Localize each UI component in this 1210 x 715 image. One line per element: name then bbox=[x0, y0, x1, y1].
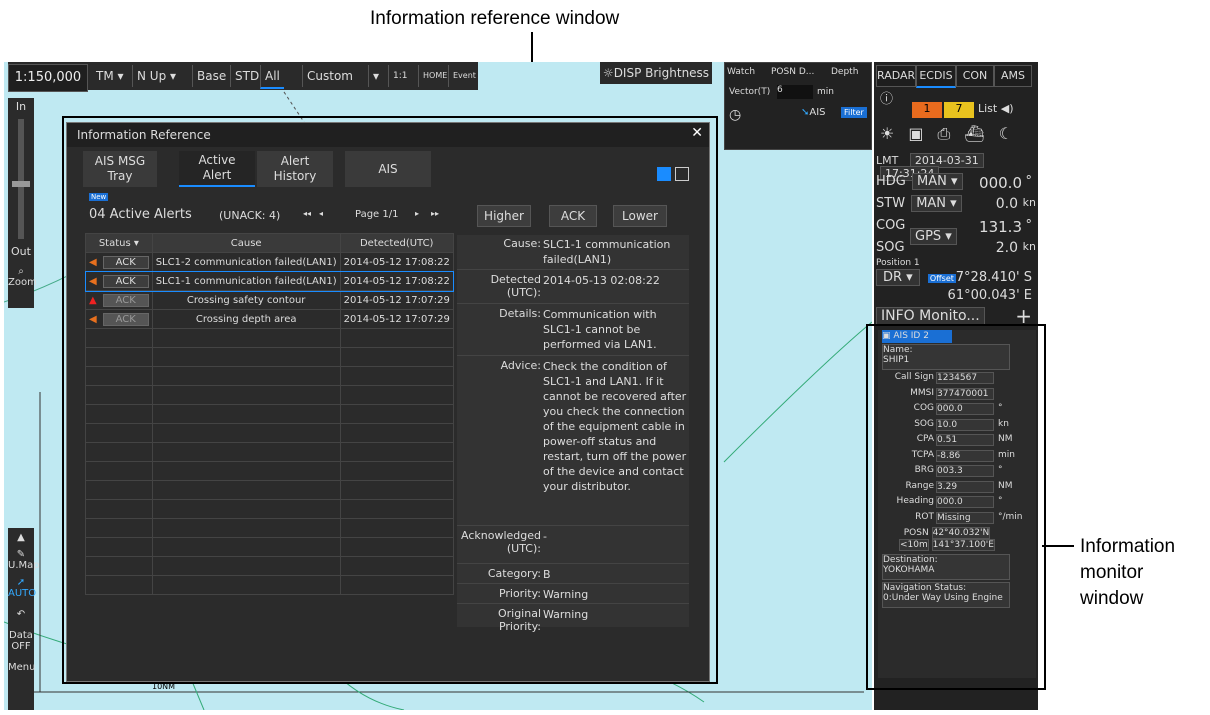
tab-con[interactable]: CON bbox=[956, 65, 994, 87]
scale-reset-icon[interactable]: 1:1 bbox=[388, 65, 411, 87]
disp-brightness-button[interactable]: ☼DISP Brightness bbox=[600, 62, 712, 84]
zoom-slider[interactable] bbox=[12, 119, 30, 239]
cog-unit: ° bbox=[1025, 218, 1033, 233]
filter-button[interactable]: Filter bbox=[841, 107, 867, 118]
info-monitor-select[interactable]: INFO Monito... bbox=[876, 307, 985, 325]
tab-depth[interactable]: Depth bbox=[831, 67, 858, 77]
callout-info-reference: Information reference window bbox=[370, 8, 620, 29]
stw-unit: kn bbox=[1022, 196, 1036, 209]
pencil-icon: ✎ bbox=[16, 549, 26, 560]
lon-row: 61°00.043' E bbox=[876, 288, 1036, 303]
print-icon[interactable]: ⎙ bbox=[937, 124, 964, 143]
lon-value: 61°00.043' E bbox=[947, 288, 1032, 303]
sun-icon[interactable]: ☀ bbox=[880, 124, 908, 143]
stw-value: 0.0 bbox=[995, 196, 1018, 212]
info-monitor-frame bbox=[866, 324, 1046, 690]
tab-radar[interactable]: RADAR bbox=[876, 65, 916, 87]
home-button[interactable]: HOME bbox=[418, 65, 451, 87]
menu-button[interactable]: Menu bbox=[8, 662, 35, 673]
callout-line-right bbox=[1042, 545, 1074, 547]
vector-unit: min bbox=[817, 87, 834, 97]
zoom-icon: ⌕ bbox=[18, 266, 24, 277]
hdg-value: 000.0 bbox=[979, 174, 1022, 192]
callout-line-2: monitor bbox=[1080, 562, 1144, 583]
tm-select[interactable]: TM ▾ bbox=[96, 65, 124, 87]
zoom-in-button[interactable]: In bbox=[8, 100, 34, 113]
status-icons-row: ☀▣⎙⛴☾ bbox=[880, 124, 1027, 144]
sog-row: SOG GPS ▾ 2.0 kn bbox=[876, 228, 1036, 256]
tab-watch[interactable]: Watch bbox=[727, 67, 755, 77]
event-button[interactable]: Event bbox=[448, 65, 480, 87]
ais-toggle[interactable]: ➘AIS bbox=[801, 107, 826, 118]
hdg-row: HDG MAN ▾ 000.0 ° bbox=[876, 173, 1033, 192]
vector-label: Vector(T) bbox=[729, 87, 771, 97]
ship-icon[interactable]: ⛴ bbox=[964, 124, 998, 143]
cog-value: 131.3 bbox=[979, 218, 1022, 236]
info-icon[interactable]: ⓘ bbox=[880, 88, 893, 107]
callout-line-3: window bbox=[1080, 588, 1144, 609]
hdg-unit: ° bbox=[1025, 174, 1033, 189]
brightness-icon: ☼ bbox=[602, 66, 614, 80]
all-button[interactable]: All bbox=[260, 65, 284, 89]
zoom-slider-handle[interactable] bbox=[12, 181, 30, 187]
data-off-button[interactable]: Data OFF bbox=[8, 630, 34, 652]
position-label: Position 1 bbox=[876, 258, 920, 268]
sog-source-select[interactable]: GPS ▾ bbox=[910, 228, 957, 245]
dr-row: DR ▾ Offset 7°28.410' S bbox=[876, 269, 1036, 286]
alert-list-button[interactable]: List ◀) bbox=[978, 102, 1014, 115]
tab-ecdis[interactable]: ECDIS bbox=[916, 65, 956, 88]
custom-dropdown-icon[interactable]: ▾ bbox=[368, 65, 383, 87]
zoom-bar: In Out ⌕ Zoom bbox=[8, 98, 37, 308]
info-reference-frame bbox=[62, 116, 718, 684]
alert-count-yellow[interactable]: 7 bbox=[944, 102, 974, 118]
nup-select[interactable]: N Up ▾ bbox=[132, 65, 180, 87]
stw-row: STW MAN ▾ 0.0 kn bbox=[876, 195, 1036, 212]
custom-button[interactable]: Custom bbox=[302, 65, 373, 87]
speaker-icon: ◀) bbox=[1000, 102, 1014, 115]
callout-info-monitor: Information monitor window bbox=[1080, 534, 1175, 612]
undo-icon[interactable]: ↶ bbox=[8, 609, 34, 620]
night-icon[interactable]: ☾ bbox=[999, 124, 1027, 143]
monitor-icon[interactable]: ▣ bbox=[908, 124, 937, 143]
watch-timer-icon[interactable]: ◷ bbox=[729, 107, 741, 123]
offset-badge: Offset bbox=[927, 274, 956, 283]
vector-field[interactable]: 6 bbox=[777, 85, 813, 99]
tab-ams[interactable]: AMS bbox=[994, 65, 1032, 87]
cursor-icon: ➚ bbox=[16, 577, 26, 588]
info-monitor-header: INFO Monito... + bbox=[876, 304, 1036, 328]
std-button[interactable]: STD bbox=[230, 65, 263, 87]
zoom-button[interactable]: ⌕ Zoom bbox=[8, 266, 37, 288]
sog-unit: kn bbox=[1022, 240, 1036, 253]
lat-value: 7°28.410' S bbox=[955, 270, 1032, 285]
base-button[interactable]: Base bbox=[192, 65, 230, 87]
hdg-source-select[interactable]: MAN ▾ bbox=[912, 173, 963, 190]
auto-button[interactable]: ➚ AUTO bbox=[8, 577, 36, 599]
left-tool-bar: ▲ ✎ U.Map ➚ AUTO ↶ Data OFF Menu bbox=[8, 528, 40, 710]
dr-select[interactable]: DR ▾ bbox=[876, 269, 920, 286]
sog-value: 2.0 bbox=[995, 240, 1018, 256]
zoom-out-button[interactable]: Out bbox=[8, 245, 34, 258]
user-map-button[interactable]: ✎ U.Map bbox=[8, 549, 40, 571]
watch-panel: Watch POSN D... Depth Vector(T) 6 min ◷ … bbox=[724, 62, 872, 150]
callout-line-1: Information bbox=[1080, 536, 1176, 557]
collapse-icon[interactable]: ▲ bbox=[8, 532, 34, 543]
tab-posn[interactable]: POSN D... bbox=[771, 67, 814, 77]
stw-source-select[interactable]: MAN ▾ bbox=[911, 195, 962, 212]
alert-count-orange[interactable]: 1 bbox=[912, 102, 942, 118]
scale-select[interactable]: 1:150,000 bbox=[8, 64, 88, 92]
